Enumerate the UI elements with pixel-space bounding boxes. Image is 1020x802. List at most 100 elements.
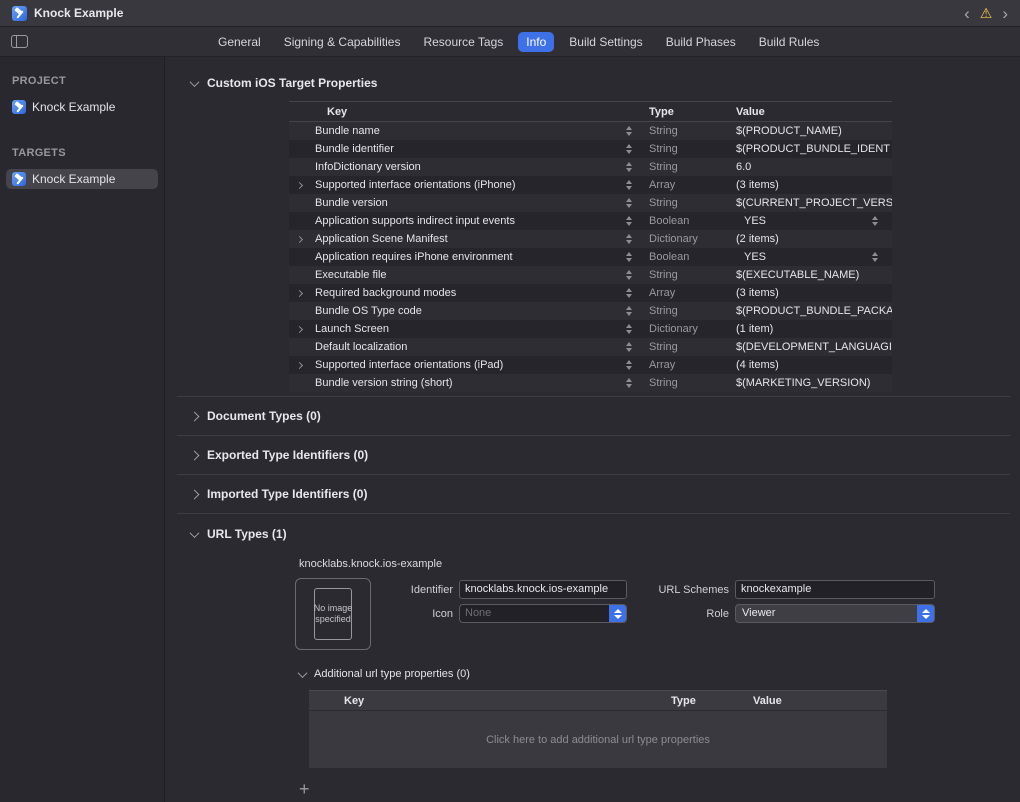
property-row[interactable]: Supported interface orientations (iPad)A… [289,356,892,374]
titlebar-right: ‹ ⚠ › [964,5,1008,22]
section-exported-type-identifiers[interactable]: Exported Type Identifiers (0) [177,435,1010,474]
sidebar-item-target[interactable]: Knock Example [6,169,158,189]
identifier-field[interactable]: knocklabs.knock.ios-example [459,580,627,599]
property-row[interactable]: Required background modesArray(3 items) [289,284,892,302]
key-stepper-icon[interactable] [625,215,634,228]
chevron-right-icon [190,411,200,421]
property-value: $(DEVELOPMENT_LANGUAGI [736,341,892,353]
property-key: Bundle version string (short) [315,377,625,389]
url-schemes-field[interactable]: knockexample [735,580,935,599]
key-stepper-icon[interactable] [625,197,634,210]
property-type: String [649,377,736,389]
property-row[interactable]: Default localizationString$(DEVELOPMENT_… [289,338,892,356]
section-custom-ios-target-properties[interactable]: Custom iOS Target Properties [177,73,1010,93]
property-row[interactable]: Executable fileString$(EXECUTABLE_NAME) [289,266,892,284]
role-label: Role [633,608,729,620]
additional-url-properties-header[interactable]: Additional url type properties (0) [299,668,1010,680]
section-title: Exported Type Identifiers (0) [207,448,368,462]
key-stepper-icon[interactable] [625,341,634,354]
row-indent [289,338,315,356]
column-header-type: Type [649,106,674,118]
tab-build-phases[interactable]: Build Phases [658,32,744,52]
tab-general[interactable]: General [210,32,269,52]
property-row[interactable]: Bundle versionString$(CURRENT_PROJECT_VE… [289,194,892,212]
property-row[interactable]: Bundle identifierString$(PRODUCT_BUNDLE_… [289,140,892,158]
key-stepper-icon[interactable] [625,233,634,246]
row-indent [289,212,315,230]
property-type: Array [649,359,736,371]
key-stepper-icon[interactable] [625,251,634,264]
chevron-right-icon [190,450,200,460]
role-dropdown[interactable]: Viewer [735,604,935,623]
property-row[interactable]: InfoDictionary versionString6.0 [289,158,892,176]
url-type-image-well[interactable]: No image specified [295,578,371,650]
key-stepper-icon[interactable] [625,161,634,174]
chevron-right-icon[interactable] [289,284,315,302]
property-key: Application requires iPhone environment [315,251,625,263]
property-key: Application supports indirect input even… [315,215,625,227]
key-stepper-icon[interactable] [625,377,634,390]
property-key: Bundle identifier [315,143,625,155]
additional-table-empty-row[interactable]: Click here to add additional url type pr… [309,711,887,768]
warning-icon[interactable]: ⚠ [980,6,993,20]
property-key: Bundle OS Type code [315,305,625,317]
property-row[interactable]: Supported interface orientations (iPhone… [289,176,892,194]
property-row[interactable]: Bundle OS Type codeString$(PRODUCT_BUNDL… [289,302,892,320]
key-stepper-icon[interactable] [625,359,634,372]
value-stepper-icon[interactable] [871,215,880,228]
property-row[interactable]: Bundle version string (short) String$(MAR… [289,374,892,392]
boolean-value: YES [744,251,766,263]
property-type: Array [649,179,736,191]
chevron-right-icon[interactable] [289,176,315,194]
key-stepper-icon[interactable] [625,143,634,156]
sidebar-item-project[interactable]: Knock Example [6,97,158,117]
back-icon[interactable]: ‹ [964,5,970,22]
key-stepper-icon[interactable] [625,269,634,282]
forward-icon[interactable]: › [1002,5,1008,22]
key-stepper-icon[interactable] [625,125,634,138]
section-imported-type-identifiers[interactable]: Imported Type Identifiers (0) [177,474,1010,513]
property-row[interactable]: Application supports indirect input even… [289,212,892,230]
chevron-right-icon[interactable] [289,320,315,338]
property-value: $(PRODUCT_BUNDLE_IDENT [736,143,892,155]
property-type: Boolean [649,251,736,263]
key-stepper-icon[interactable] [625,323,634,336]
dropdown-cap[interactable] [609,605,626,622]
property-value[interactable]: YES [736,215,892,228]
key-stepper-icon[interactable] [625,287,634,300]
value-stepper-icon[interactable] [871,251,880,264]
identifier-label: Identifier [381,584,453,596]
tab-build-rules[interactable]: Build Rules [751,32,828,52]
property-row[interactable]: Application Scene ManifestDictionary(2 i… [289,230,892,248]
section-document-types[interactable]: Document Types (0) [177,396,1010,435]
property-type: String [649,161,736,173]
key-stepper-icon[interactable] [625,179,634,192]
url-types-header[interactable]: URL Types (1) [177,526,1010,542]
key-stepper-icon[interactable] [625,305,634,318]
chevron-right-icon[interactable] [289,356,315,374]
property-type: String [649,269,736,281]
property-row[interactable]: Bundle nameString$(PRODUCT_NAME) [289,122,892,140]
section-title: Document Types (0) [207,409,321,423]
icon-dropdown[interactable]: None [459,604,627,623]
info-sections: Document Types (0) Exported Type Identif… [177,396,1010,800]
tab-info[interactable]: Info [518,32,554,52]
tab-resource-tags[interactable]: Resource Tags [415,32,511,52]
additional-table-header: Key Type Value [309,690,887,711]
sidebar-toggle-icon[interactable] [11,35,28,48]
chevron-right-icon[interactable] [289,230,315,248]
property-value[interactable]: YES [736,251,892,264]
dropdown-cap[interactable] [917,605,934,622]
window-title: Knock Example [34,6,123,20]
property-row[interactable]: Application requires iPhone environment B… [289,248,892,266]
property-key: Supported interface orientations (iPhone… [315,179,625,191]
property-key: Default localization [315,341,625,353]
tab-build-settings[interactable]: Build Settings [561,32,650,52]
property-value: $(MARKETING_VERSION) [736,377,892,389]
property-row[interactable]: Launch ScreenDictionary(1 item) [289,320,892,338]
add-url-type-button[interactable]: + [293,778,316,800]
property-value: $(CURRENT_PROJECT_VERS [736,197,892,209]
project-section-header: PROJECT [12,75,164,87]
tab-signing-capabilities[interactable]: Signing & Capabilities [276,32,409,52]
image-placeholder-text: No image specified [296,579,370,649]
